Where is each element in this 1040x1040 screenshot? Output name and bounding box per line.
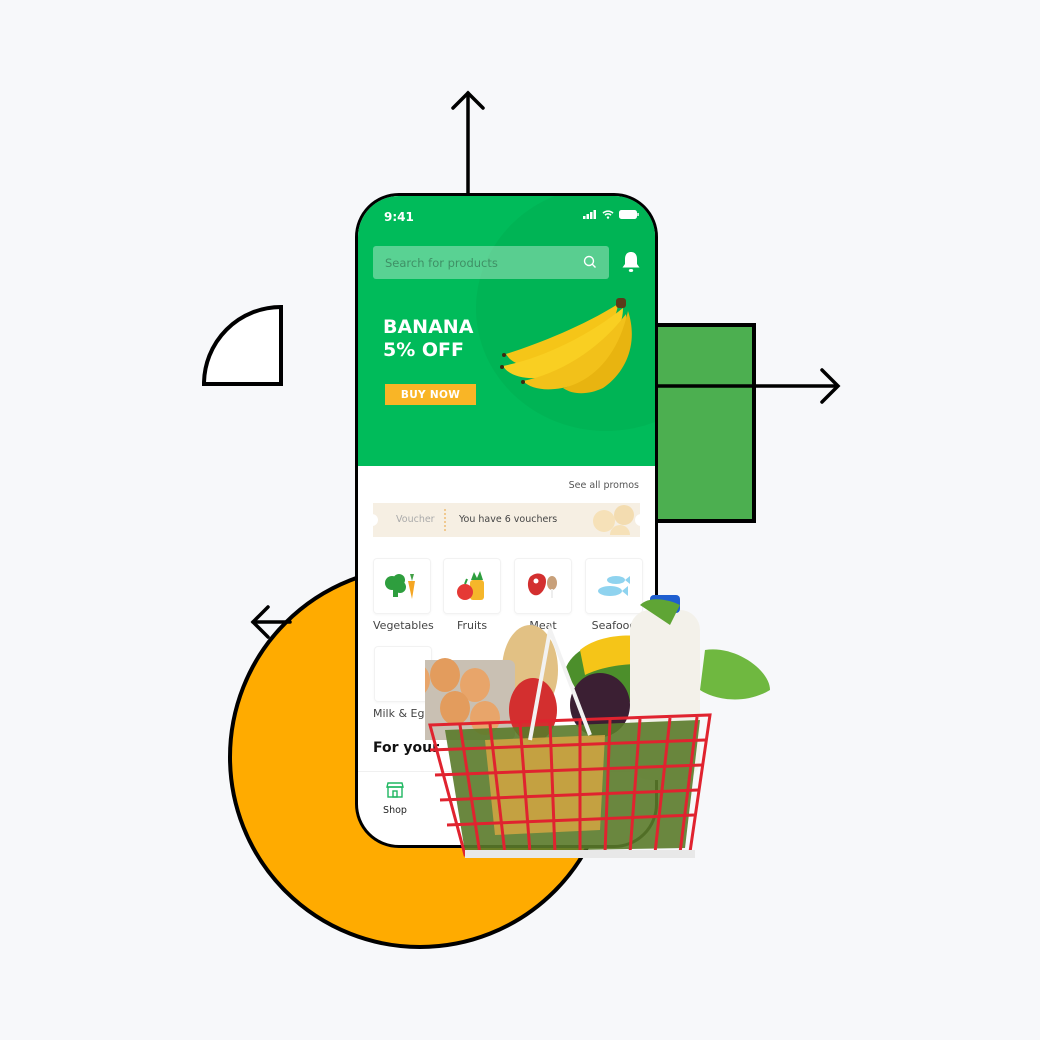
promo-line1: BANANA — [383, 316, 474, 338]
bell-icon[interactable] — [621, 251, 641, 273]
search-bar[interactable] — [373, 246, 609, 279]
promo-line2: 5% OFF — [383, 339, 464, 361]
voucher-divider — [444, 509, 446, 531]
grocery-basket-image — [425, 595, 770, 858]
see-all-promos-link[interactable]: See all promos — [569, 480, 639, 491]
vegetables-icon — [373, 558, 431, 614]
tab-shop[interactable]: Shop — [378, 782, 412, 816]
voucher-notch-right — [635, 514, 645, 526]
voucher-label: Voucher — [396, 514, 435, 525]
quarter-circle-shape — [201, 304, 283, 386]
battery-icon — [619, 210, 639, 219]
banana-image — [500, 298, 632, 394]
eggs-tray — [425, 658, 515, 740]
category-label: Milk & Eggs — [373, 707, 438, 720]
shop-icon — [386, 782, 404, 798]
tab-shop-label: Shop — [383, 805, 407, 816]
voucher-text: You have 6 vouchers — [459, 514, 558, 525]
status-time: 9:41 — [384, 210, 414, 224]
promo-title: BANANA 5% OFF — [383, 316, 473, 362]
status-icons — [583, 210, 639, 219]
category-milk-eggs[interactable]: Milk & Eggs — [373, 646, 438, 720]
voucher-pattern-icon — [593, 505, 634, 535]
milk-eggs-icon — [374, 646, 432, 702]
search-input[interactable] — [373, 246, 575, 279]
wifi-icon — [602, 210, 614, 219]
promo-banner[interactable]: 9:41 BANANA 5% OFF BUY NOW — [358, 196, 655, 466]
category-vegetables[interactable]: Vegetables — [373, 558, 434, 632]
voucher-notch-left — [368, 514, 378, 526]
voucher-card[interactable]: Voucher You have 6 vouchers — [368, 503, 645, 537]
search-icon[interactable] — [583, 255, 597, 269]
signal-icon — [583, 210, 596, 219]
buy-now-button[interactable]: BUY NOW — [385, 384, 476, 405]
up-arrow-icon — [451, 90, 485, 198]
category-label: Vegetables — [373, 619, 434, 632]
